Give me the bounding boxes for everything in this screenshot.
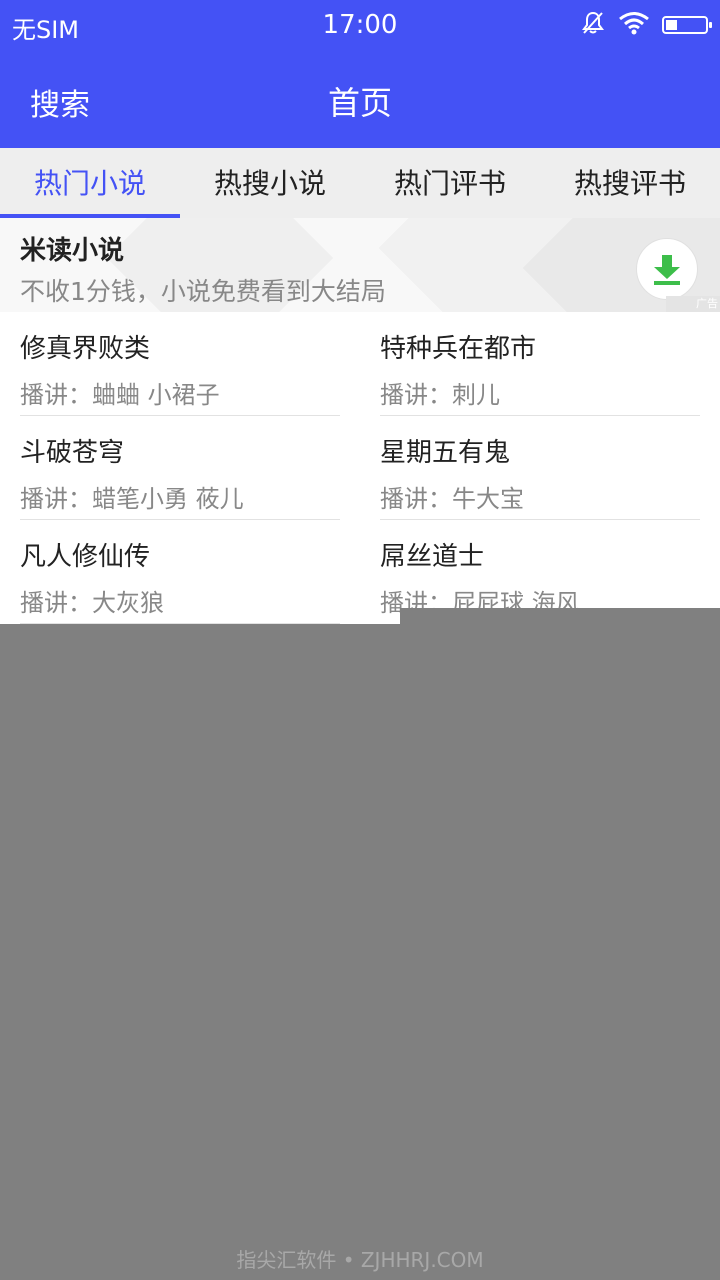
divider	[20, 623, 340, 624]
item-title: 屌丝道士	[380, 542, 485, 572]
category-tabs: 热门小说 热搜小说 热门评书 热搜评书	[0, 148, 720, 218]
tab-trending-storytelling[interactable]: 热搜评书	[540, 148, 720, 218]
ad-badge-label: 广告	[696, 297, 718, 310]
item-narrator: 播讲：牛大宝	[380, 485, 524, 513]
item-narrator: 播讲：大灰狼	[20, 589, 164, 617]
list-item[interactable]: 斗破苍穹 播讲：蜡笔小勇 莜儿	[20, 416, 340, 520]
item-narrator: 播讲：刺儿	[380, 381, 500, 409]
list-item[interactable]: 修真界败类 播讲：蛐蛐 小裙子	[20, 312, 340, 416]
tab-hot-novels[interactable]: 热门小说	[0, 148, 180, 218]
item-title: 星期五有鬼	[380, 438, 511, 468]
item-narrator: 播讲：蜡笔小勇 莜儿	[20, 485, 244, 513]
item-title: 特种兵在都市	[380, 334, 537, 364]
download-button[interactable]	[636, 238, 698, 300]
watermark: 指尖汇软件 • ZJHHRJ.COM	[236, 1248, 484, 1272]
list-item[interactable]: 特种兵在都市 播讲：刺儿	[380, 312, 700, 416]
status-bar: 无SIM 17:00	[0, 0, 720, 50]
download-icon	[654, 255, 680, 285]
overlay-edge	[400, 608, 720, 628]
ad-title: 米读小说	[20, 236, 125, 266]
page-title: 首页	[327, 84, 392, 122]
mute-icon	[580, 10, 606, 40]
battery-icon	[662, 16, 712, 34]
ad-subtitle: 不收1分钱，小说免费看到大结局	[20, 277, 386, 306]
item-title: 斗破苍穹	[20, 438, 125, 468]
tab-hot-storytelling[interactable]: 热门评书	[360, 148, 540, 218]
tab-trending-novels[interactable]: 热搜小说	[180, 148, 360, 218]
status-icons	[580, 10, 712, 40]
novel-list: 修真界败类 播讲：蛐蛐 小裙子 特种兵在都市 播讲：刺儿 斗破苍穹 播讲：蜡笔小…	[0, 312, 720, 624]
wifi-icon	[618, 11, 650, 39]
list-item[interactable]: 星期五有鬼 播讲：牛大宝	[380, 416, 700, 520]
ad-badge: 广告	[666, 296, 720, 312]
ad-banner[interactable]: 米读小说 不收1分钱，小说免费看到大结局 广告	[0, 218, 720, 312]
app-bar: 搜索 首页	[0, 50, 720, 148]
item-title: 凡人修仙传	[20, 542, 151, 572]
item-title: 修真界败类	[20, 334, 151, 364]
list-item[interactable]: 凡人修仙传 播讲：大灰狼	[20, 520, 340, 624]
battery-level	[666, 20, 677, 30]
item-narrator: 播讲：蛐蛐 小裙子	[20, 381, 220, 409]
